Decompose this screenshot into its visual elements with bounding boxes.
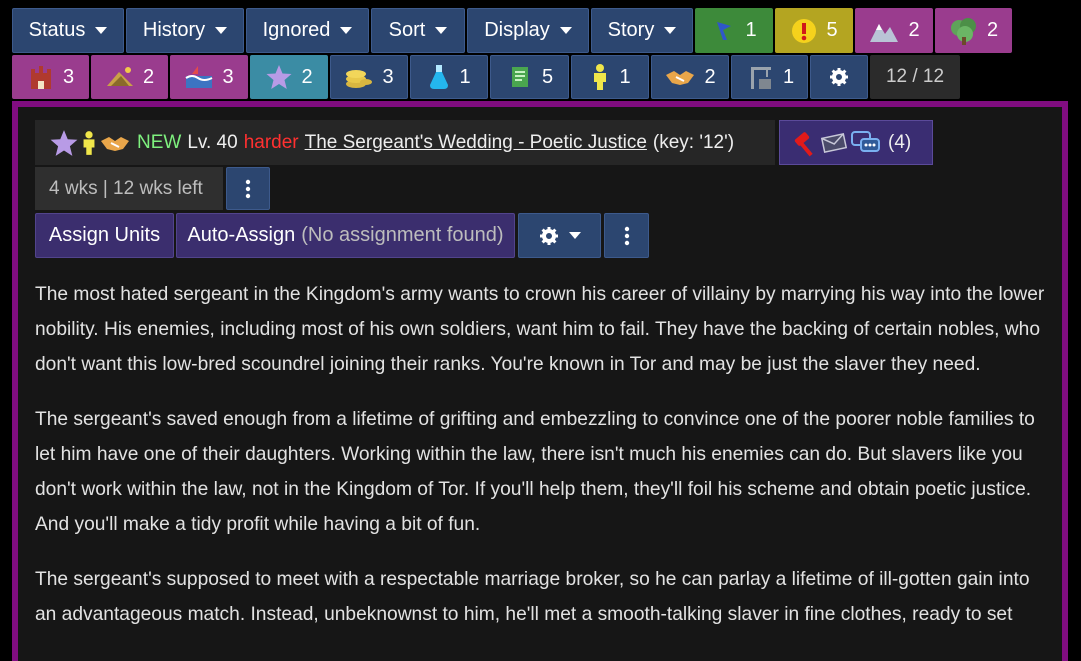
filter-potion-button[interactable]: 1 [410,55,488,99]
filter-flag-button[interactable]: 1 [695,8,773,53]
auto-assign-label: Auto-Assign [187,224,296,246]
quest-actions-more-button[interactable] [604,213,649,258]
quest-title-bar[interactable]: NEW Lv. 40 harder The Sergeant's Wedding… [35,120,775,165]
filter-count: 2 [301,65,313,88]
chevron-down-icon [435,27,448,34]
chat-icon [851,130,880,152]
coins-icon [346,70,373,88]
ignored-menu[interactable]: Ignored [246,8,369,53]
chevron-down-icon [340,27,353,34]
filter-coins-button[interactable]: 3 [330,55,408,99]
gear-icon [539,226,558,245]
person-icon [83,130,95,155]
vertical-ellipsis-icon [624,226,629,245]
filter-count: 1 [459,65,471,88]
story-paragraph: The sergeant's saved enough from a lifet… [35,409,1035,535]
settings-button[interactable] [810,55,868,99]
filter-scroll-button[interactable]: 5 [490,55,569,99]
sort-menu[interactable]: Sort [371,8,465,53]
quest-settings-dropdown[interactable] [518,213,601,258]
forest-icon [950,17,976,45]
filter-count: 5 [541,65,554,88]
filter-alert-button[interactable]: 5 [775,8,853,53]
status-label: Status [28,19,86,41]
filter-count: 2 [704,65,716,88]
filter-count: 3 [62,65,75,88]
scroll-icon [511,67,528,87]
quest-more-button[interactable] [226,167,270,210]
display-label: Display [484,19,550,41]
page-counter-text: 12 / 12 [885,66,945,87]
filter-star-button[interactable]: 2 [250,55,328,99]
exclamation-icon [792,18,817,43]
filter-count: 3 [222,65,234,88]
quest-difficulty: harder [243,131,299,153]
vertical-ellipsis-icon [245,179,251,198]
handshake-icon [666,71,695,85]
assign-units-button[interactable]: Assign Units [35,213,174,258]
quest-duration-text: 4 wks | 12 wks left [49,177,203,199]
filter-count: 1 [745,19,757,41]
filter-mountain-button[interactable]: 2 [855,8,933,53]
potion-icon [430,65,449,89]
chevron-down-icon [215,27,228,34]
quest-tags-button[interactable]: (4) [779,120,933,165]
history-label: History [142,19,206,41]
filter-castle-button[interactable]: 3 [12,55,89,99]
castle-icon [30,66,51,89]
flag-icon [717,21,732,40]
filter-count: 2 [986,19,999,41]
filter-handshake-button[interactable]: 2 [651,55,729,99]
quest-duration: 4 wks | 12 wks left [35,167,223,210]
star-icon [266,65,292,89]
filter-sea-button[interactable]: 3 [170,55,248,99]
chevron-down-icon [664,27,677,34]
filter-person-button[interactable]: 1 [571,55,649,99]
envelope-icon [820,132,848,153]
person-icon [594,64,607,90]
quest-key: (key: '12') [652,131,735,153]
quest-name-link[interactable]: The Sergeant's Wedding - Poetic Justice [305,132,647,154]
status-menu[interactable]: Status [12,8,124,53]
filter-count: 2 [142,65,155,88]
chevron-down-icon [95,27,108,34]
filter-count: 3 [382,65,394,88]
gear-icon [830,68,848,86]
handshake-icon [101,136,129,151]
sort-label: Sort [388,19,426,41]
gavel-icon [794,131,813,156]
quest-description: The most hated sergeant in the Kingdom's… [35,277,1055,652]
page-counter: 12 / 12 [870,55,960,99]
filter-count: 1 [782,65,795,88]
crane-icon [750,67,771,89]
history-menu[interactable]: History [126,8,244,53]
tag-count: (4) [888,131,912,153]
sea-icon [185,66,213,88]
farm-icon [106,67,133,86]
story-paragraph: The sergeant's supposed to meet with a r… [35,569,1030,625]
filter-construction-button[interactable]: 1 [731,55,808,99]
auto-assign-button[interactable]: Auto-Assign (No assignment found) [176,213,515,258]
chevron-down-icon [568,232,581,239]
filter-count: 1 [619,65,631,88]
filter-farm-button[interactable]: 2 [91,55,168,99]
story-menu[interactable]: Story [591,8,693,53]
mountain-icon [870,23,899,42]
story-paragraph: The most hated sergeant in the Kingdom's… [35,284,1045,375]
filter-forest-button[interactable]: 2 [935,8,1012,53]
story-label: Story [607,19,655,41]
new-badge: NEW [137,131,182,153]
star-icon [50,129,78,156]
assign-units-label: Assign Units [48,224,161,246]
ignored-label: Ignored [262,19,331,41]
display-menu[interactable]: Display [467,8,589,53]
filter-count: 5 [826,19,838,41]
auto-assign-note: (No assignment found) [301,224,504,246]
filter-count: 2 [908,19,920,41]
quest-level: Lv. 40 [187,131,238,153]
chevron-down-icon [559,27,572,34]
